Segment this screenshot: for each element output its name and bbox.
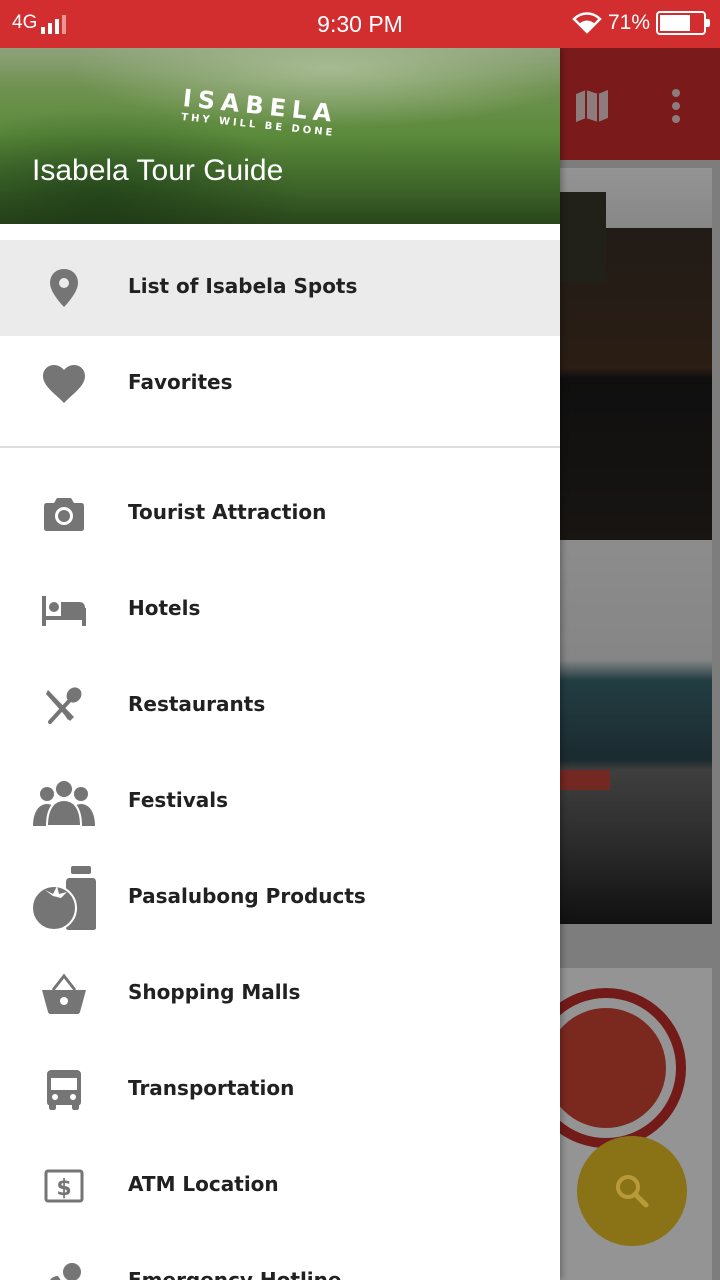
menu-item-label: Transportation: [128, 1076, 295, 1100]
drawer-header: ISABELA THY WILL BE DONE Isabela Tour Gu…: [0, 48, 560, 224]
menu-item-transportation[interactable]: Transportation: [0, 1042, 560, 1138]
tomato-bottle-icon: [28, 866, 100, 930]
menu-item-atm-location[interactable]: $ ATM Location: [0, 1138, 560, 1234]
menu-item-favorites[interactable]: Favorites: [0, 336, 560, 432]
fork-spoon-icon: [28, 676, 100, 736]
menu-item-label: Restaurants: [128, 692, 266, 716]
hillside-sign: ISABELA THY WILL BE DONE: [180, 84, 339, 139]
search-icon: [612, 1171, 652, 1211]
menu-item-label: Favorites: [128, 370, 233, 394]
status-bar: 4G 9:30 PM 71%: [0, 0, 720, 48]
menu-item-emergency-hotline[interactable]: Emergency Hotline: [0, 1234, 560, 1280]
menu-item-shopping-malls[interactable]: Shopping Malls: [0, 946, 560, 1042]
wifi-icon: [572, 12, 602, 34]
search-fab[interactable]: [577, 1136, 687, 1246]
menu-item-label: Festivals: [128, 788, 229, 812]
menu-item-label: Hotels: [128, 596, 201, 620]
location-pin-icon: [28, 258, 100, 318]
menu-divider: [0, 446, 560, 448]
menu-item-label: List of Isabela Spots: [128, 274, 358, 298]
bus-icon: [28, 1060, 100, 1120]
dollar-card-icon: $: [28, 1156, 100, 1216]
menu-item-tourist-attraction[interactable]: Tourist Attraction: [0, 466, 560, 562]
battery-percent: 71%: [607, 11, 650, 34]
menu-item-festivals[interactable]: Festivals: [0, 754, 560, 850]
navigation-drawer: ISABELA THY WILL BE DONE Isabela Tour Gu…: [0, 48, 560, 1280]
drawer-title: Isabela Tour Guide: [32, 154, 284, 187]
menu-item-hotels[interactable]: Hotels: [0, 562, 560, 658]
basket-icon: [28, 964, 100, 1024]
menu-item-list-of-spots[interactable]: List of Isabela Spots: [0, 240, 560, 336]
people-icon: [28, 772, 100, 832]
phone-icon: [28, 1252, 100, 1280]
heart-icon: [28, 354, 100, 414]
svg-text:$: $: [56, 1176, 71, 1201]
menu-item-label: Pasalubong Products: [128, 884, 366, 908]
menu-item-label: Shopping Malls: [128, 980, 301, 1004]
battery-icon: [656, 11, 710, 35]
primary-menu: List of Isabela Spots Favorites: [0, 240, 560, 432]
menu-item-pasalubong-products[interactable]: Pasalubong Products: [0, 850, 560, 946]
menu-item-restaurants[interactable]: Restaurants: [0, 658, 560, 754]
camera-icon: [28, 484, 100, 544]
category-menu: Tourist Attraction Hotels Restaurants Fe…: [0, 466, 560, 1280]
menu-item-label: Emergency Hotline: [128, 1268, 342, 1280]
menu-item-label: Tourist Attraction: [128, 500, 327, 524]
bed-icon: [28, 580, 100, 640]
battery-level: [660, 15, 690, 31]
menu-item-label: ATM Location: [128, 1172, 279, 1196]
